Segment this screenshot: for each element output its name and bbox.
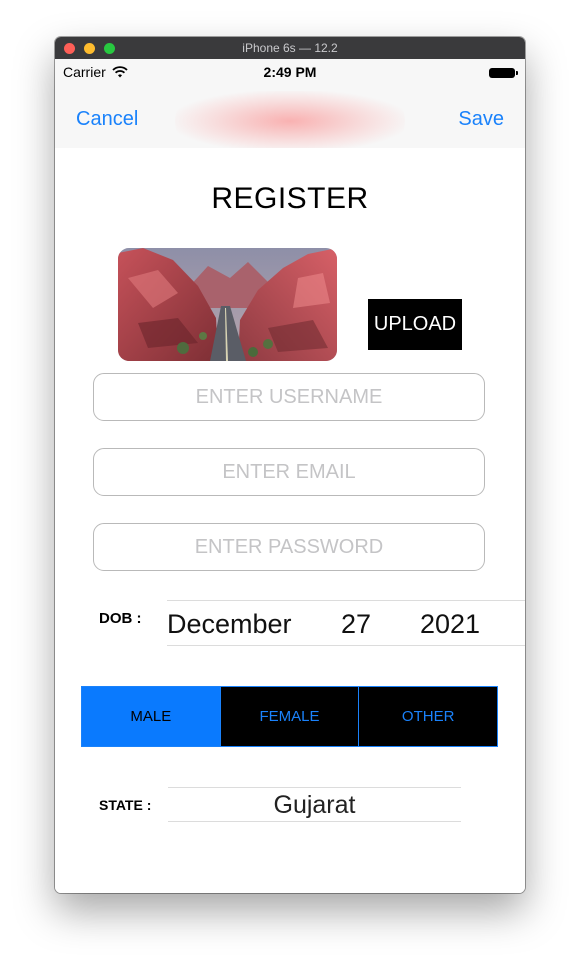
upload-button[interactable]: UPLOAD [368,299,462,350]
dob-date-picker[interactable]: December 27 2021 [167,600,525,646]
gender-option-other[interactable]: OTHER [358,687,498,746]
nav-title-blur [175,91,405,148]
email-field[interactable] [93,448,485,496]
gender-segmented-control: MALE FEMALE OTHER [81,686,498,747]
username-field[interactable] [93,373,485,421]
state-label: STATE : [99,797,152,813]
cancel-button[interactable]: Cancel [76,108,138,131]
status-bar: Carrier 2:49 PM [55,59,525,85]
dob-month-wheel[interactable]: December [167,609,292,640]
gender-option-male[interactable]: MALE [82,687,220,746]
navigation-bar: Cancel Save [55,85,525,148]
page-title: REGISTER [211,182,369,215]
password-field[interactable] [93,523,485,571]
status-time: 2:49 PM [263,64,317,80]
dob-label: DOB : [99,610,142,627]
gender-option-female[interactable]: FEMALE [219,687,359,746]
profile-photo [118,248,337,361]
dob-day-wheel[interactable]: 27 [341,609,371,640]
window-titlebar: iPhone 6s — 12.2 [55,37,525,60]
window-title: iPhone 6s — 12.2 [242,41,338,55]
simulator-window: iPhone 6s — 12.2 Carrier 2:49 PM Cancel … [55,37,525,893]
state-picker[interactable]: Gujarat [168,787,461,822]
battery-icon [489,68,518,78]
save-button[interactable]: Save [458,108,504,131]
phone-screen: Carrier 2:49 PM Cancel Save REGISTER UPL… [55,59,525,893]
dob-year-wheel[interactable]: 2021 [420,609,480,640]
